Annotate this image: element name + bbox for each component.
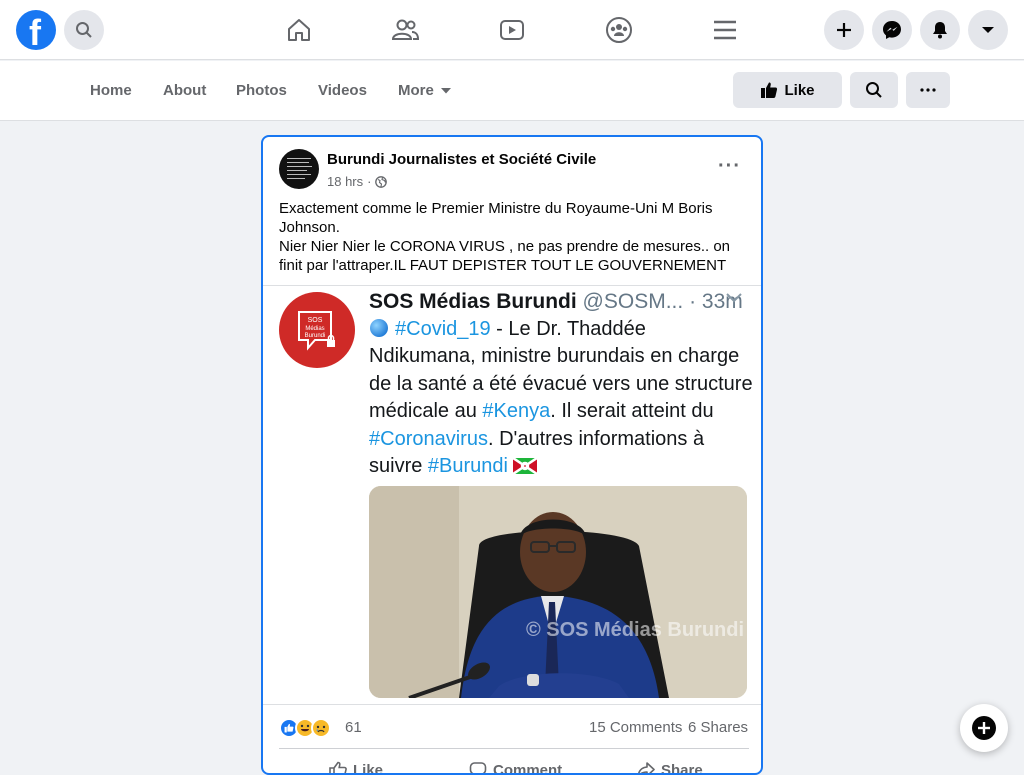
hashtag-burundi: #Burundi — [427, 455, 508, 478]
messenger-icon — [883, 21, 901, 39]
page-like-label: Like — [784, 81, 815, 99]
facebook-logo[interactable]: f — [16, 10, 56, 53]
new-message-button[interactable] — [960, 704, 1008, 752]
thumbs-up-icon — [761, 82, 778, 98]
post-text-line-2: Nier Nier Nier le CORONA VIRUS , ne pas … — [279, 238, 731, 274]
search-icon — [866, 82, 882, 98]
svg-text:Burundi: Burundi — [305, 333, 326, 339]
nav-groups[interactable] — [603, 14, 635, 46]
like-action-button[interactable]: Like — [329, 761, 383, 773]
nav-friends[interactable] — [389, 14, 421, 46]
home-icon — [288, 19, 310, 41]
nav-menu[interactable] — [709, 14, 741, 46]
tweet-chevron-icon — [725, 288, 743, 309]
comment-action-button[interactable]: Comment — [469, 761, 562, 773]
share-action-button[interactable]: Share — [637, 761, 703, 773]
thumbs-up-outline-icon — [329, 761, 347, 773]
photo-watermark: © SOS Médias Burundi — [526, 619, 744, 641]
groups-icon — [606, 17, 632, 43]
page-navigation-bar: Home About Photos Videos More Like — [0, 61, 1024, 121]
tab-more-label: More — [398, 82, 434, 99]
tab-about[interactable]: About — [163, 82, 206, 99]
nav-home[interactable] — [283, 14, 315, 46]
blue-circle-icon — [370, 319, 388, 337]
post-card: Burundi Journalistes et Société Civile 1… — [261, 135, 763, 775]
sos-medias-logo: SOS Médias Burundi — [279, 292, 355, 368]
tweet-body: #Covid_19 - Le Dr. Thaddée Ndikumana, mi… — [369, 318, 753, 478]
comments-count[interactable]: 15 Comments — [589, 719, 682, 736]
embedded-tweet-image[interactable]: SOS Médias Burundi SOS Médias Burundi @S… — [263, 285, 761, 705]
tab-videos[interactable]: Videos — [318, 82, 367, 99]
post-text: Exactement comme le Premier Ministre du … — [279, 199, 749, 275]
author-avatar[interactable] — [279, 149, 319, 189]
share-icon — [638, 762, 655, 773]
top-navigation-bar: f — [0, 0, 1024, 60]
menu-icon — [714, 20, 736, 40]
minister-photo: © SOS Médias Burundi — [369, 486, 747, 698]
compose-plus-icon — [972, 716, 996, 740]
hashtag-kenya: #Kenya — [482, 400, 551, 423]
hashtag-coronavirus: #Coronavirus — [369, 427, 488, 450]
post-meta: 18 hrs · — [327, 174, 388, 189]
tab-photos[interactable]: Photos — [236, 82, 287, 99]
sad-reaction-icon — [311, 718, 331, 738]
messenger-button[interactable] — [872, 10, 912, 50]
shares-count[interactable]: 6 Shares — [688, 719, 748, 736]
post-stats: 61 15 Comments 6 Shares — [279, 717, 749, 739]
page-more-options-button[interactable] — [906, 72, 950, 108]
tweet-author: SOS Médias Burundi — [369, 290, 577, 313]
post-options-icon[interactable]: ··· — [718, 155, 741, 178]
svg-text:Médias: Médias — [305, 326, 324, 332]
burundi-flag-icon — [512, 456, 538, 476]
more-horizontal-icon — [920, 88, 936, 92]
chevron-down-icon — [440, 87, 451, 93]
page-search-button[interactable] — [850, 72, 898, 108]
watch-icon — [500, 20, 524, 40]
nav-watch[interactable] — [496, 14, 528, 46]
post-actions: Like Comment Share — [279, 748, 749, 773]
globe-icon — [375, 175, 388, 188]
comment-icon — [469, 762, 487, 773]
reactions-count[interactable]: 61 — [345, 719, 362, 736]
account-button[interactable] — [968, 10, 1008, 50]
search-icon — [76, 22, 92, 38]
reactions-icons[interactable] — [279, 718, 331, 738]
tweet-header: SOS Médias Burundi @SOSM... · 33m — [369, 290, 743, 314]
search-button[interactable] — [64, 10, 104, 50]
post-author-name[interactable]: Burundi Journalistes et Société Civile — [327, 151, 596, 168]
tab-more[interactable]: More — [398, 82, 452, 99]
post-text-line-1: Exactement comme le Premier Ministre du … — [279, 200, 713, 236]
tab-home[interactable]: Home — [90, 82, 132, 99]
post-time[interactable]: 18 hrs — [327, 174, 363, 189]
account-chevron-icon — [982, 27, 994, 33]
notifications-icon — [933, 22, 947, 39]
friends-icon — [391, 19, 419, 40]
notifications-button[interactable] — [920, 10, 960, 50]
tweet-handle: @SOSM... — [582, 290, 684, 313]
svg-text:SOS: SOS — [308, 317, 323, 324]
hashtag-covid: #Covid_19 — [395, 318, 491, 340]
create-button[interactable] — [824, 10, 864, 50]
page-like-button[interactable]: Like — [733, 72, 842, 108]
create-icon — [837, 23, 851, 37]
